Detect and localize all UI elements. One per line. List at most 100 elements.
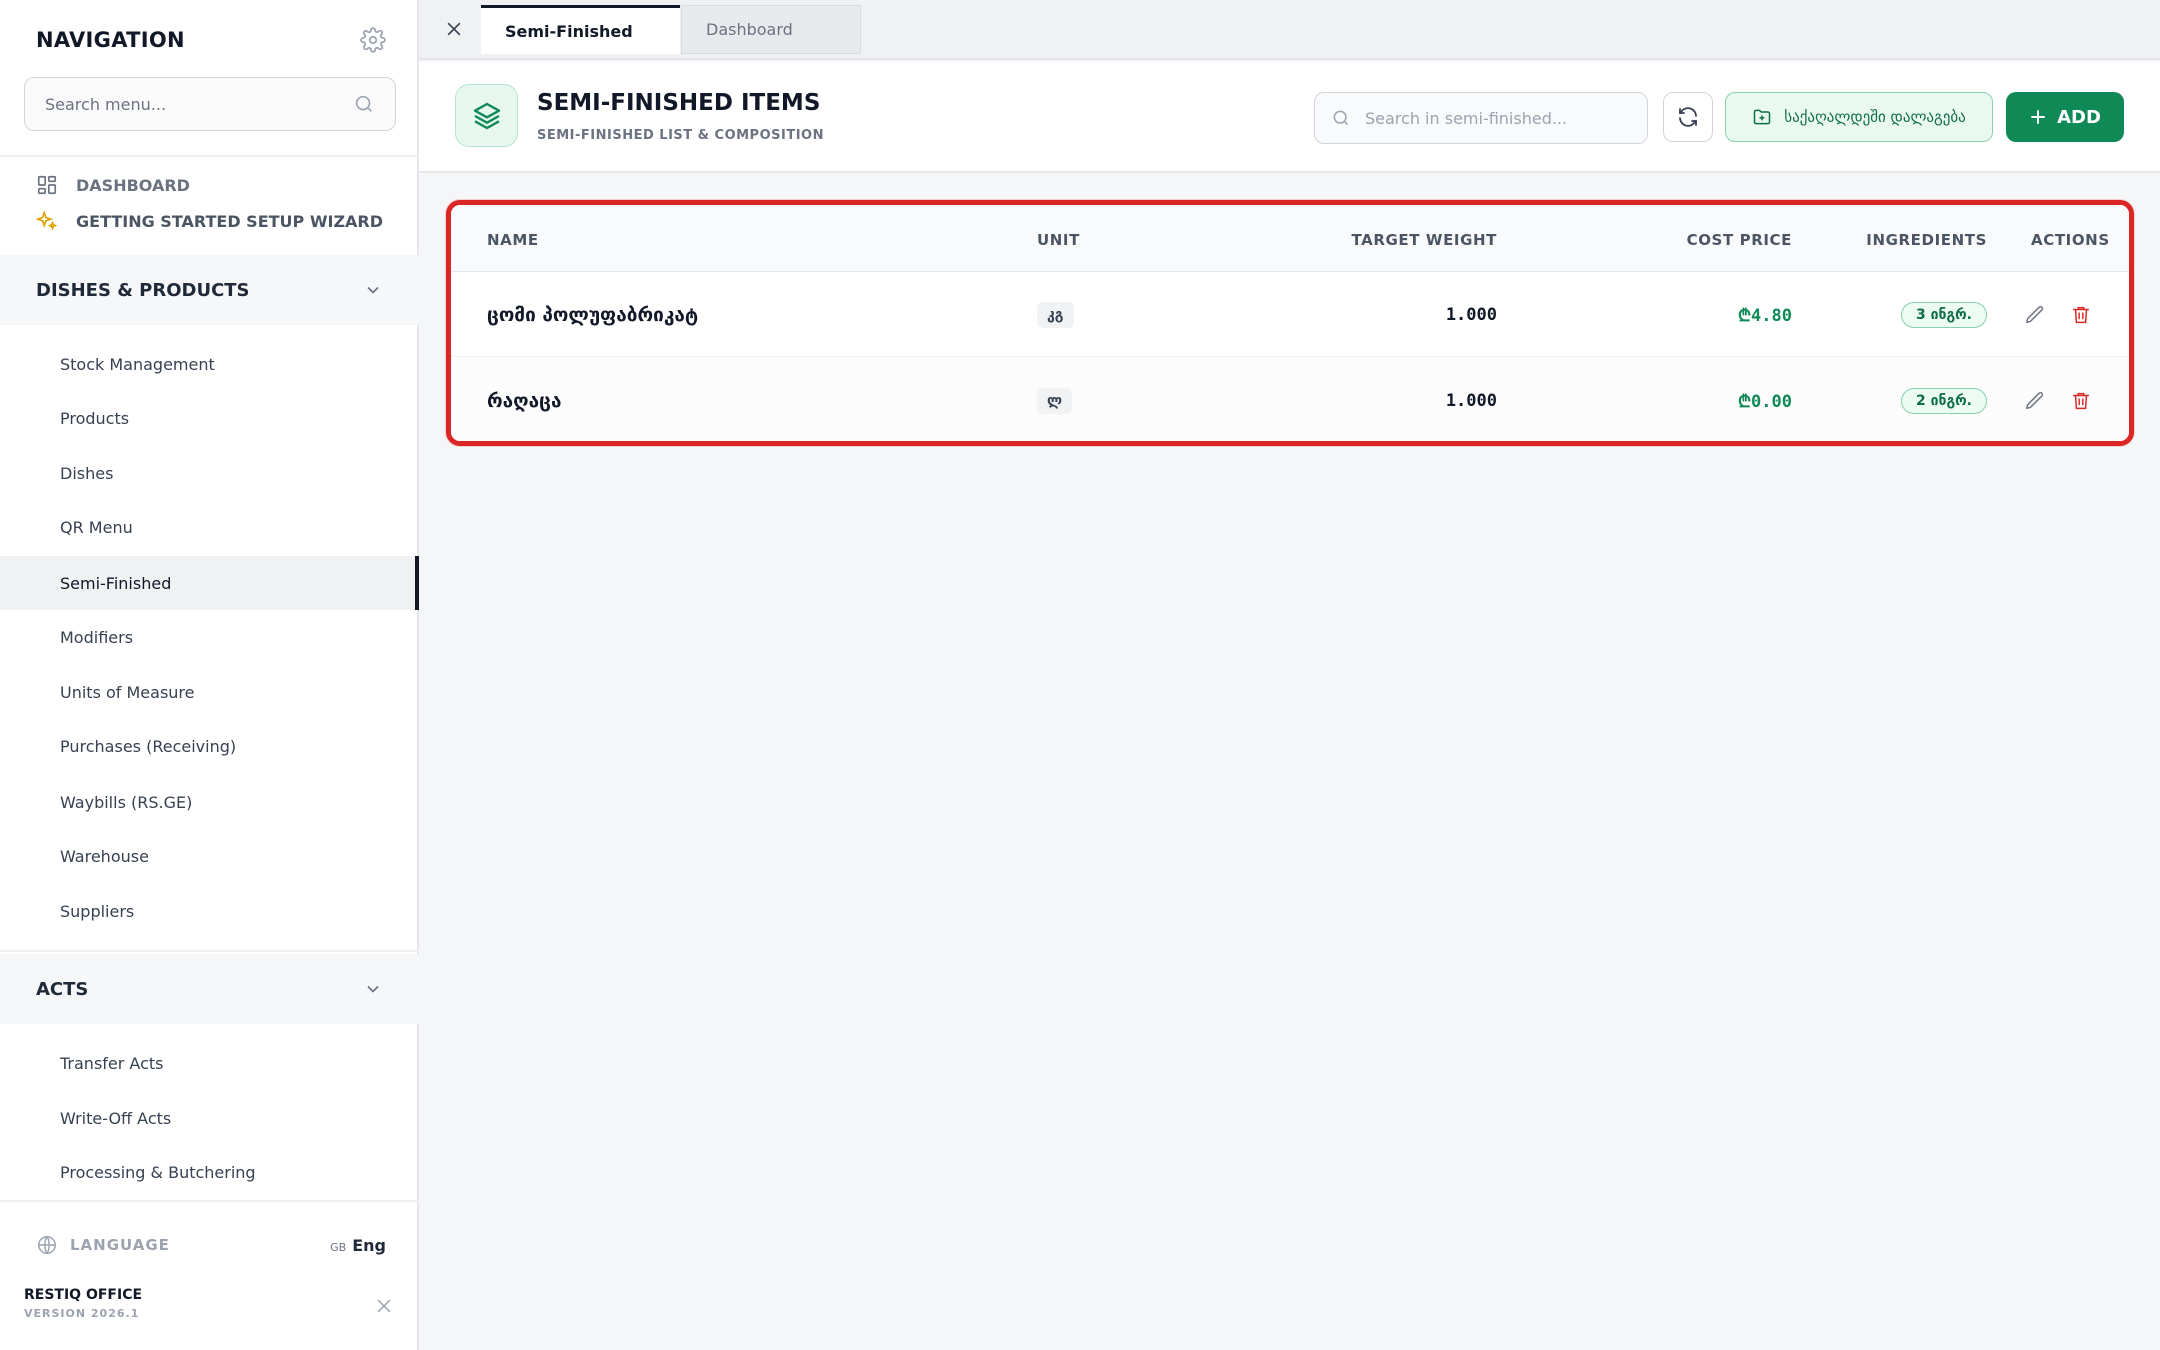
sort-into-folders-button[interactable]: საქაღალდეში დალაგება (1725, 92, 1993, 142)
row-unit: ლ (1037, 358, 1073, 441)
sidebar-title: NAVIGATION (36, 28, 185, 52)
semi-finished-search[interactable] (1314, 92, 1648, 144)
pencil-icon (2026, 391, 2044, 409)
language-toggle[interactable]: GB Eng (330, 1236, 386, 1255)
sidebar-link-label: GETTING STARTED SETUP WIZARD (76, 211, 384, 231)
search-icon (1333, 110, 1349, 126)
table-header: NAME UNIT TARGET WEIGHT COST PRICE INGRE… (451, 205, 2129, 272)
row-actions (2023, 272, 2093, 357)
page-title: SEMI-FINISHED ITEMS (537, 90, 821, 116)
row-cost-price: ₾0.00 (1737, 392, 1792, 412)
sidebar-item-waybills[interactable]: Waybills (RS.GE) (0, 775, 419, 829)
row-cost-price: ₾4.80 (1737, 306, 1792, 326)
sidebar-item-suppliers[interactable]: Suppliers (0, 884, 419, 938)
add-button-label: ADD (2057, 106, 2101, 128)
semi-finished-search-input[interactable] (1365, 108, 1631, 128)
sidebar-item-modifiers[interactable]: Modifiers (0, 610, 419, 664)
pencil-icon (2026, 305, 2044, 323)
sidebar-link-setup-wizard[interactable]: GETTING STARTED SETUP WIZARD (36, 210, 383, 232)
sidebar-item-purchases[interactable]: Purchases (Receiving) (0, 719, 419, 773)
grid-icon (37, 175, 57, 195)
semi-finished-table: NAME UNIT TARGET WEIGHT COST PRICE INGRE… (446, 200, 2134, 446)
unit-badge: ლ (1037, 387, 1073, 414)
column-header-actions: ACTIONS (2031, 231, 2110, 249)
sidebar-link-dashboard[interactable]: DASHBOARD (36, 174, 190, 196)
column-header-unit[interactable]: UNIT (1037, 231, 1080, 249)
sidebar-header: NAVIGATION (36, 24, 386, 56)
row-ingredients: 2 ინგრ. (1900, 358, 1987, 441)
tab-bar: Semi-Finished Dashboard (419, 0, 2160, 60)
language-code: GB (330, 1240, 347, 1254)
delete-button[interactable] (2069, 303, 2093, 327)
table-row[interactable]: ცომი პოლუფაბრიკატ კგ 1.000 ₾4.80 3 ინგრ. (451, 272, 2129, 357)
section-label: ACTS (36, 978, 89, 1000)
sort-into-folders-label: საქაღალდეში დალაგება (1784, 108, 1966, 126)
sidebar-item-dishes[interactable]: Dishes (0, 446, 419, 500)
sidebar-item-write-off-acts[interactable]: Write-Off Acts (0, 1091, 419, 1145)
sidebar-item-products[interactable]: Products (0, 391, 419, 445)
brand-name: RESTIQ OFFICE (24, 1287, 143, 1303)
tab-dashboard[interactable]: Dashboard (681, 5, 861, 54)
row-name: რაღაცა (487, 389, 562, 412)
sidebar-item-semi-finished[interactable]: Semi-Finished (0, 556, 419, 610)
sidebar-item-transfer-acts[interactable]: Transfer Acts (0, 1036, 419, 1090)
trash-icon (2072, 306, 2090, 323)
page-header: SEMI-FINISHED ITEMS SEMI-FINISHED LIST &… (419, 62, 2160, 173)
add-button[interactable]: ADD (2006, 92, 2124, 142)
refresh-icon (1679, 107, 1697, 127)
row-target-weight: 1.000 (1445, 390, 1497, 411)
page-icon (455, 84, 518, 147)
row-name: ცომი პოლუფაბრიკატ (487, 303, 699, 326)
column-header-target-weight[interactable]: TARGET WEIGHT (1351, 231, 1497, 249)
tab-semi-finished[interactable]: Semi-Finished (481, 5, 680, 54)
page-subtitle: SEMI-FINISHED LIST & COMPOSITION (537, 128, 824, 143)
language-selector: LANGUAGE GB Eng (36, 1233, 386, 1257)
chevron-down-icon (367, 286, 379, 294)
close-icon (447, 22, 461, 36)
column-header-cost-price[interactable]: COST PRICE (1687, 231, 1792, 249)
language-value: Eng (352, 1235, 386, 1255)
refresh-button[interactable] (1663, 92, 1713, 142)
row-ingredients: 3 ინგრ. (1900, 272, 1987, 357)
sidebar-search[interactable] (24, 77, 396, 131)
brand-block: RESTIQ OFFICE VERSION 2026.1 (24, 1287, 142, 1320)
sidebar-item-qr-menu[interactable]: QR Menu (0, 500, 419, 554)
sidebar-search-input[interactable] (45, 94, 353, 114)
section-label: DISHES & PRODUCTS (36, 279, 250, 301)
edit-button[interactable] (2023, 303, 2047, 327)
search-icon (355, 95, 372, 112)
sidebar-item-processing-butchering[interactable]: Processing & Butchering (0, 1145, 419, 1199)
divider (0, 1200, 419, 1202)
sidebar-item-warehouse[interactable]: Warehouse (0, 829, 419, 883)
divider (0, 950, 419, 952)
section-acts[interactable]: ACTS (0, 954, 419, 1024)
row-actions (2023, 358, 2093, 441)
close-icon[interactable] (374, 1296, 394, 1316)
column-header-ingredients[interactable]: INGREDIENTS (1866, 231, 1987, 249)
gear-icon[interactable] (360, 27, 386, 53)
sidebar-link-label: DASHBOARD (76, 175, 190, 195)
sparkle-icon (36, 210, 58, 231)
ingredients-badge[interactable]: 2 ინგრ. (1900, 387, 1987, 414)
ingredients-badge[interactable]: 3 ინგრ. (1900, 301, 1987, 328)
row-target-weight: 1.000 (1445, 304, 1497, 325)
language-label: LANGUAGE (70, 1236, 170, 1254)
plus-icon (2031, 110, 2046, 124)
sidebar-item-units-of-measure[interactable]: Units of Measure (0, 665, 419, 719)
divider (0, 155, 419, 157)
delete-button[interactable] (2069, 389, 2093, 413)
table-row[interactable]: რაღაცა ლ 1.000 ₾0.00 2 ინგრ. (451, 358, 2129, 441)
chevron-down-icon (367, 985, 379, 993)
column-header-name[interactable]: NAME (487, 231, 539, 249)
language-label-group: LANGUAGE (36, 1234, 170, 1256)
globe-icon (38, 1236, 56, 1254)
section-dishes-products[interactable]: DISHES & PRODUCTS (0, 255, 419, 325)
sidebar: NAVIGATION DASHBOARD GETTING STARTED SET… (0, 0, 419, 1350)
sidebar-item-stock-management[interactable]: Stock Management (0, 337, 419, 391)
layers-icon (473, 102, 500, 129)
trash-icon (2072, 392, 2090, 409)
edit-button[interactable] (2023, 389, 2047, 413)
brand-version: VERSION 2026.1 (24, 1307, 140, 1320)
row-unit: კგ (1037, 272, 1074, 357)
close-tab-button[interactable] (439, 14, 469, 44)
